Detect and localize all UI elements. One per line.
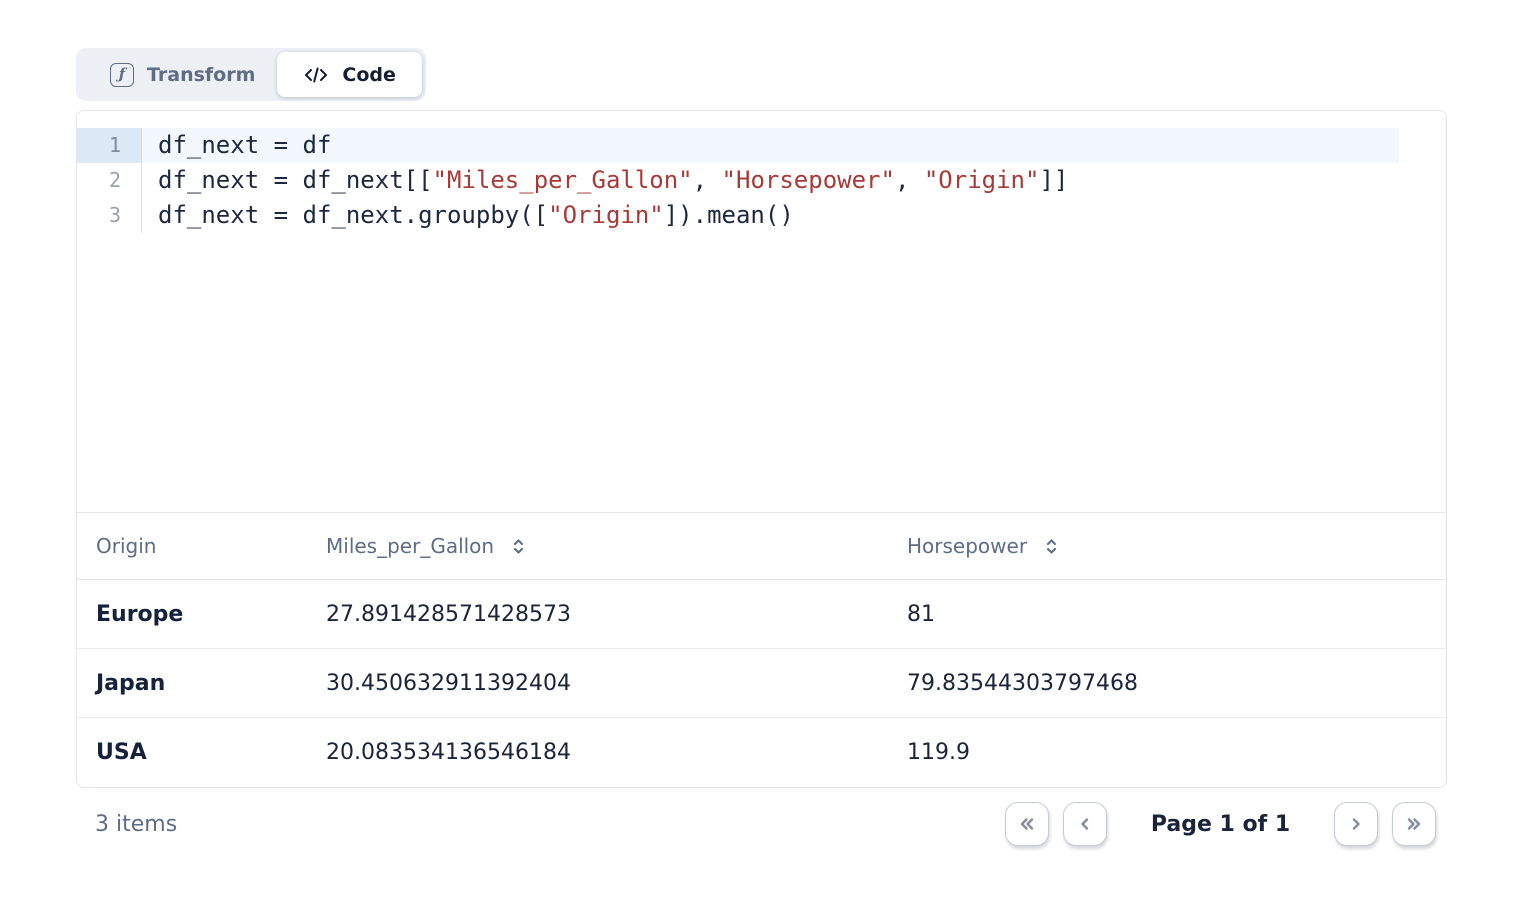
chevron-right-icon xyxy=(1347,815,1365,833)
column-header-horsepower[interactable]: Horsepower xyxy=(907,534,1446,558)
tab-transform[interactable]: ƒ Transform xyxy=(80,52,277,97)
tab-code-label: Code xyxy=(342,64,395,86)
table-row: Japan30.45063291139240479.83544303797468 xyxy=(77,649,1446,718)
code-result-panel: 1df_next = df2df_next = df_next[["Miles_… xyxy=(76,110,1447,788)
column-header-label: Origin xyxy=(96,534,156,558)
result-table: Origin Miles_per_Gallon Horsepower Europe… xyxy=(77,513,1446,787)
table-header-row: Origin Miles_per_Gallon Horsepower xyxy=(77,513,1446,580)
tab-code[interactable]: Code xyxy=(277,52,421,97)
line-number: 2 xyxy=(77,163,142,198)
value-cell: 119.9 xyxy=(907,740,1446,765)
last-page-button[interactable] xyxy=(1392,802,1436,846)
sort-icon[interactable] xyxy=(511,538,526,555)
column-header-origin: Origin xyxy=(77,534,326,558)
table-footer: 3 items Page 1 of 1 xyxy=(76,788,1447,860)
code-icon xyxy=(303,66,329,84)
line-number: 1 xyxy=(77,128,142,163)
sort-icon[interactable] xyxy=(1044,538,1059,555)
view-mode-toggle: ƒ Transform Code xyxy=(76,48,426,101)
next-page-button[interactable] xyxy=(1334,802,1378,846)
column-header-miles_per_gallon[interactable]: Miles_per_Gallon xyxy=(326,534,907,558)
items-count: 3 items xyxy=(95,812,177,837)
code-editor[interactable]: 1df_next = df2df_next = df_next[["Miles_… xyxy=(77,111,1446,513)
line-number: 3 xyxy=(77,198,142,233)
value-cell: 81 xyxy=(907,602,1446,627)
code-line[interactable]: 3df_next = df_next.groupby(["Origin"]).m… xyxy=(77,198,1446,233)
first-page-button[interactable] xyxy=(1005,802,1049,846)
function-icon: ƒ xyxy=(110,63,134,87)
table-body: Europe27.89142857142857381Japan30.450632… xyxy=(77,580,1446,787)
column-header-label: Miles_per_Gallon xyxy=(326,534,494,558)
previous-page-button[interactable] xyxy=(1063,802,1107,846)
row-index-cell: Japan xyxy=(77,671,326,696)
value-cell: 30.450632911392404 xyxy=(326,671,907,696)
code-text: df_next = df xyxy=(142,128,1399,163)
value-cell: 27.891428571428573 xyxy=(326,602,907,627)
column-header-label: Horsepower xyxy=(907,534,1027,558)
tab-transform-label: Transform xyxy=(147,64,255,86)
chevrons-right-icon xyxy=(1404,815,1424,833)
code-line[interactable]: 2df_next = df_next[["Miles_per_Gallon", … xyxy=(77,163,1446,198)
code-line[interactable]: 1df_next = df xyxy=(77,128,1446,163)
page-indicator: Page 1 of 1 xyxy=(1107,812,1334,837)
row-index-cell: USA xyxy=(77,740,326,765)
value-cell: 20.083534136546184 xyxy=(326,740,907,765)
chevrons-left-icon xyxy=(1017,815,1037,833)
code-text: df_next = df_next[["Miles_per_Gallon", "… xyxy=(142,163,1399,198)
table-row: Europe27.89142857142857381 xyxy=(77,580,1446,649)
row-index-cell: Europe xyxy=(77,602,326,627)
pagination: Page 1 of 1 xyxy=(1005,802,1436,846)
chevron-left-icon xyxy=(1076,815,1094,833)
code-text: df_next = df_next.groupby(["Origin"]).me… xyxy=(142,198,1399,233)
transform-cell: ƒ Transform Code 1df_next = df2df_next =… xyxy=(0,0,1516,918)
value-cell: 79.83544303797468 xyxy=(907,671,1446,696)
table-row: USA20.083534136546184119.9 xyxy=(77,718,1446,787)
